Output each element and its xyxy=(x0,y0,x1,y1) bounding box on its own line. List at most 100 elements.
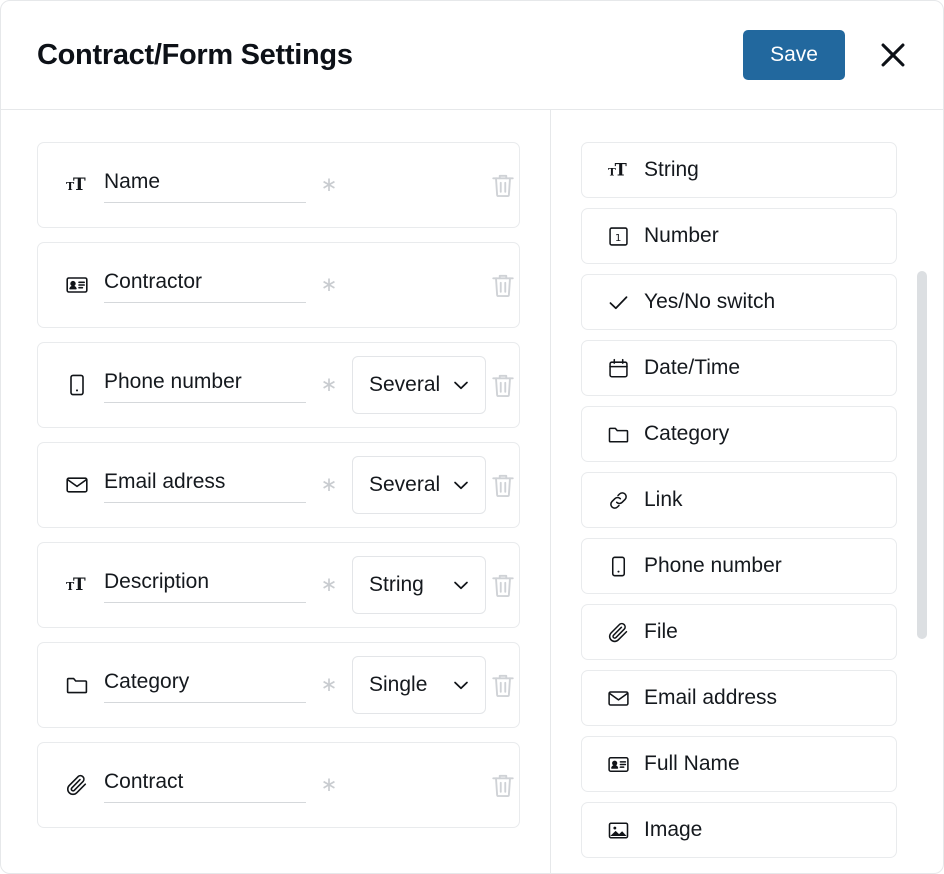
envelope-icon xyxy=(64,472,90,498)
required-toggle[interactable]: ∗ xyxy=(306,175,352,195)
paperclip-icon xyxy=(606,620,630,644)
modal-body: TT∗∗∗Several∗SeveralTT∗String∗Single∗ TT… xyxy=(1,110,943,873)
field-row[interactable]: TT ∗ String xyxy=(37,542,520,628)
field-type-palette-panel: T T String 1 Number Yes/No switch Date/Time Cat… xyxy=(551,110,943,873)
field-row[interactable]: ∗ xyxy=(37,742,520,828)
trash-icon xyxy=(488,770,518,800)
id-card-icon xyxy=(606,752,630,776)
palette-item[interactable]: Category xyxy=(581,406,897,462)
image-icon xyxy=(606,818,630,842)
page-title: Contract/Form Settings xyxy=(37,38,353,71)
field-name-input[interactable] xyxy=(104,367,306,403)
field-row[interactable]: ∗ Several xyxy=(37,342,520,428)
phone-icon xyxy=(606,554,630,578)
field-row[interactable]: ∗ Single xyxy=(37,642,520,728)
trash-icon xyxy=(488,670,518,700)
string-icon: TT xyxy=(64,172,90,198)
field-name-wrapper xyxy=(104,767,306,803)
svg-text:1: 1 xyxy=(615,232,621,243)
delete-field-button[interactable] xyxy=(486,768,520,802)
palette-item-label: Yes/No switch xyxy=(644,290,776,313)
required-toggle[interactable]: ∗ xyxy=(306,575,352,595)
palette-item[interactable]: 1 Number xyxy=(581,208,897,264)
folder-icon xyxy=(606,422,630,446)
field-type-select-value: Several xyxy=(369,473,441,496)
delete-field-button[interactable] xyxy=(486,368,520,402)
number-icon: 1 xyxy=(606,224,630,248)
required-toggle[interactable]: ∗ xyxy=(306,275,352,295)
chevron-down-icon xyxy=(450,474,472,496)
field-type-select[interactable]: Several xyxy=(352,356,486,414)
field-type-select-value: Single xyxy=(369,673,428,696)
palette-item[interactable]: File xyxy=(581,604,897,660)
field-type-select-value: String xyxy=(369,573,424,596)
envelope-icon xyxy=(606,686,630,710)
check-icon xyxy=(606,290,630,314)
palette-item[interactable]: Date/Time xyxy=(581,340,897,396)
delete-field-button[interactable] xyxy=(486,468,520,502)
field-type-select-value: Several xyxy=(369,373,441,396)
field-name-input[interactable] xyxy=(104,767,306,803)
palette-item-label: Number xyxy=(644,224,719,247)
palette-item-label: String xyxy=(644,158,699,181)
id-card-icon xyxy=(64,272,90,298)
trash-icon xyxy=(488,370,518,400)
required-toggle[interactable]: ∗ xyxy=(306,775,352,795)
delete-field-button[interactable] xyxy=(486,168,520,202)
field-name-wrapper xyxy=(104,267,306,303)
palette-item-label: Category xyxy=(644,422,730,445)
field-row[interactable]: ∗ Several xyxy=(37,442,520,528)
palette-item[interactable]: Email address xyxy=(581,670,897,726)
close-icon xyxy=(876,38,910,72)
field-row[interactable]: ∗ xyxy=(37,242,520,328)
form-fields-list: TT∗∗∗Several∗SeveralTT∗String∗Single∗ xyxy=(37,142,520,828)
phone-icon xyxy=(64,372,90,398)
field-row[interactable]: TT ∗ xyxy=(37,142,520,228)
palette-item[interactable]: Image xyxy=(581,802,897,858)
palette-item-label: Image xyxy=(644,818,703,841)
required-toggle[interactable]: ∗ xyxy=(306,475,352,495)
field-name-wrapper xyxy=(104,167,306,203)
palette-item[interactable]: Full Name xyxy=(581,736,897,792)
required-toggle[interactable]: ∗ xyxy=(306,675,352,695)
field-name-wrapper xyxy=(104,467,306,503)
field-name-input[interactable] xyxy=(104,267,306,303)
svg-text:T: T xyxy=(614,160,626,179)
trash-icon xyxy=(488,570,518,600)
trash-icon xyxy=(488,170,518,200)
close-button[interactable] xyxy=(871,33,915,77)
save-button[interactable]: Save xyxy=(743,30,845,80)
palette-item[interactable]: T T String xyxy=(581,142,897,198)
palette-item[interactable]: Yes/No switch xyxy=(581,274,897,330)
field-name-input[interactable] xyxy=(104,667,306,703)
palette-scrollbar-track xyxy=(917,110,927,873)
field-name-input[interactable] xyxy=(104,567,306,603)
link-icon xyxy=(606,488,630,512)
contract-form-settings-modal: Contract/Form Settings Save TT∗∗∗Several… xyxy=(0,0,944,874)
paperclip-icon xyxy=(64,772,90,798)
palette-item-label: Email address xyxy=(644,686,778,709)
delete-field-button[interactable] xyxy=(486,568,520,602)
required-toggle[interactable]: ∗ xyxy=(306,375,352,395)
string-icon: TT xyxy=(606,158,630,182)
trash-icon xyxy=(488,270,518,300)
form-fields-panel: TT∗∗∗Several∗SeveralTT∗String∗Single∗ xyxy=(1,110,551,873)
chevron-down-icon xyxy=(450,574,472,596)
field-name-wrapper xyxy=(104,667,306,703)
palette-scrollbar-thumb[interactable] xyxy=(917,271,927,639)
palette-item[interactable]: Phone number xyxy=(581,538,897,594)
field-type-select[interactable]: Several xyxy=(352,456,486,514)
string-icon: TT xyxy=(64,572,90,598)
field-name-input[interactable] xyxy=(104,167,306,203)
delete-field-button[interactable] xyxy=(486,268,520,302)
svg-text:T: T xyxy=(73,175,86,195)
delete-field-button[interactable] xyxy=(486,668,520,702)
palette-item[interactable]: Link xyxy=(581,472,897,528)
svg-text:T: T xyxy=(73,575,86,595)
palette-item-label: Date/Time xyxy=(644,356,741,379)
palette-item-label: Phone number xyxy=(644,554,782,577)
field-type-select[interactable]: String xyxy=(352,556,486,614)
chevron-down-icon xyxy=(450,674,472,696)
field-name-input[interactable] xyxy=(104,467,306,503)
field-type-select[interactable]: Single xyxy=(352,656,486,714)
